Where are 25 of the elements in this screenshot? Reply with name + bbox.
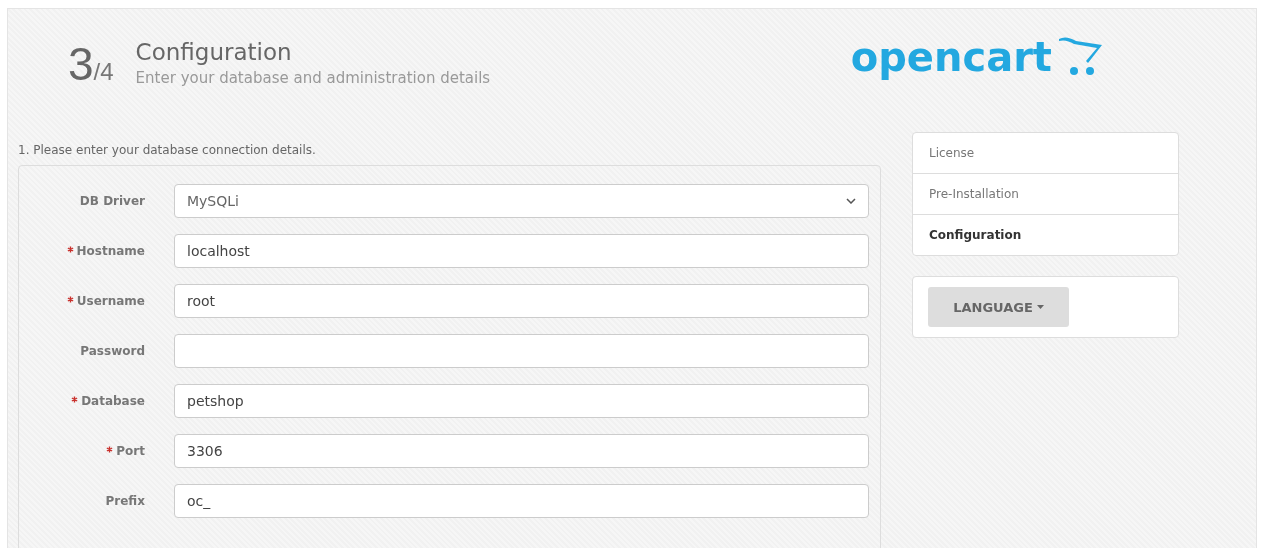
section-instruction: 1. Please enter your database connection details. <box>18 143 317 157</box>
chevron-down-icon <box>846 198 856 204</box>
page-subtitle: Enter your database and administration details <box>135 69 491 87</box>
field-label: DB Driver <box>79 194 145 208</box>
input-field[interactable]: oc_ <box>174 484 869 518</box>
page-title: Configuration <box>135 39 293 65</box>
step-item[interactable]: License <box>913 133 1178 173</box>
field-label: Port <box>116 444 145 458</box>
step-total: /4 <box>93 58 114 86</box>
language-button[interactable]: LANGUAGE <box>928 287 1069 327</box>
field-label: Username <box>76 294 145 308</box>
field-label: Prefix <box>105 494 145 508</box>
step-number: 3 <box>68 37 94 91</box>
field-label: Hostname <box>76 244 145 258</box>
step-item[interactable]: Configuration <box>913 214 1178 255</box>
caret-icon <box>1036 305 1044 309</box>
field-label: Database <box>81 394 145 408</box>
field-label: Password <box>80 344 145 358</box>
input-field[interactable]: 3306 <box>174 434 869 468</box>
input-field[interactable]: petshop <box>174 384 869 418</box>
input-field[interactable] <box>174 334 869 368</box>
driver-dropdown[interactable]: MySQLi <box>174 184 869 218</box>
step-item[interactable]: Pre-Installation <box>913 173 1178 214</box>
input-field[interactable]: localhost <box>174 234 869 268</box>
input-field[interactable]: root <box>174 284 869 318</box>
